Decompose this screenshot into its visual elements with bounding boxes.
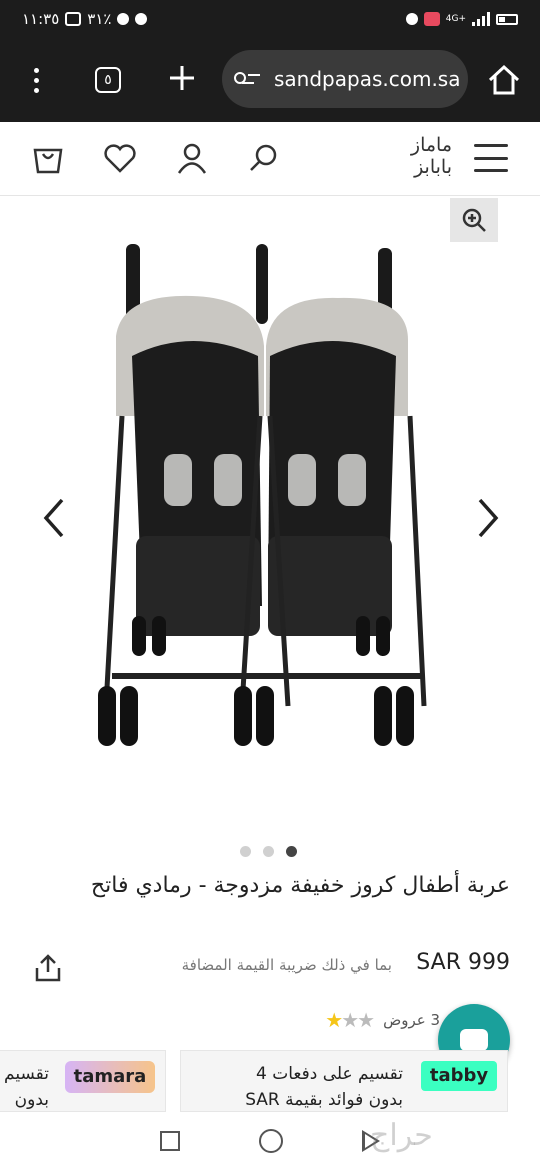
network-type: 4G+ xyxy=(445,14,466,24)
signal-icon xyxy=(472,12,490,26)
chat-icon xyxy=(460,1029,488,1058)
chevron-right-icon xyxy=(478,498,499,538)
tabs-count: ٥ xyxy=(95,67,121,93)
battery-icon xyxy=(496,13,518,25)
tabby-logo: tabby xyxy=(421,1061,497,1091)
product-gallery xyxy=(0,196,540,842)
alarm-icon xyxy=(117,13,130,25)
reviews-count: 3 عروض xyxy=(383,1011,440,1029)
bag-icon xyxy=(33,148,63,174)
product-title: عربة أطفال كروز خفيفة مزدوجة - رمادي فات… xyxy=(90,873,510,898)
url-text: sandpapas.com.sa xyxy=(274,67,461,91)
home-icon xyxy=(488,64,520,95)
tabby-text: تقسيم على دفعات 4 بدون فوائد بقيمة SAR xyxy=(245,1061,403,1111)
pagination-dot-active[interactable] xyxy=(286,846,297,857)
app-notification-icon xyxy=(423,12,440,26)
tamara-installment-card[interactable]: tamara تقسيم بدون xyxy=(0,1050,166,1112)
zoom-in-icon xyxy=(462,208,486,232)
account-button[interactable] xyxy=(172,138,212,178)
url-bar[interactable]: sandpapas.com.sa xyxy=(222,50,468,108)
product-image[interactable] xyxy=(92,236,442,766)
pagination-dot[interactable] xyxy=(263,846,274,857)
status-right: 4G+ xyxy=(405,12,518,26)
price-row: SAR 999 بما في ذلك ضريبة القيمة المضافة xyxy=(0,948,540,988)
rating-row[interactable]: 3 عروض ★★★ xyxy=(325,1008,440,1032)
battery-percent: ٣١٪ xyxy=(87,10,112,28)
zoom-button[interactable] xyxy=(450,198,498,242)
user-icon xyxy=(177,143,207,174)
new-tab-button[interactable] xyxy=(160,56,204,100)
cart-button[interactable] xyxy=(28,138,68,178)
tamara-line2: بدون xyxy=(14,1090,49,1110)
tamara-line1: تقسيم xyxy=(4,1064,49,1084)
recents-button[interactable] xyxy=(159,1131,180,1151)
site-logo[interactable]: ماماز بابابز xyxy=(362,134,452,184)
chevron-left-icon xyxy=(43,498,64,538)
pagination-dot[interactable] xyxy=(240,846,251,857)
status-bar: ١١:٣٥ ٣١٪ 4G+ xyxy=(0,0,540,38)
hamburger-icon[interactable] xyxy=(474,144,508,172)
browser-menu-button[interactable] xyxy=(14,58,58,102)
vat-note: بما في ذلك ضريبة القيمة المضافة xyxy=(181,956,392,974)
watermark: حراج xyxy=(370,1118,433,1153)
heart-icon xyxy=(104,144,136,173)
tabby-line1: تقسيم على دفعات 4 xyxy=(255,1064,403,1084)
notification-icon xyxy=(65,12,82,26)
plus-icon xyxy=(170,66,194,90)
eye-icon xyxy=(135,13,148,25)
prev-image-button[interactable] xyxy=(40,496,70,540)
tabs-button[interactable]: ٥ xyxy=(86,58,130,102)
tabby-installment-card[interactable]: tabby تقسيم على دفعات 4 بدون فوائد بقيمة… xyxy=(180,1050,508,1112)
share-button[interactable] xyxy=(32,952,64,984)
logo-line1: ماماز xyxy=(410,134,452,156)
clock: ١١:٣٥ xyxy=(22,10,60,28)
share-icon xyxy=(35,954,61,982)
search-icon xyxy=(250,144,277,171)
search-button[interactable] xyxy=(244,138,284,178)
wifi-icon xyxy=(405,13,418,25)
tamara-text: تقسيم بدون xyxy=(4,1061,49,1111)
wishlist-button[interactable] xyxy=(100,138,140,178)
system-nav-bar xyxy=(0,1112,540,1170)
gallery-pagination xyxy=(240,846,297,857)
site-header: ماماز بابابز xyxy=(0,122,540,196)
product-price: SAR 999 xyxy=(416,950,510,975)
tabby-line2: بدون فوائد بقيمة SAR xyxy=(245,1090,403,1110)
menu-dots-icon xyxy=(33,67,39,93)
next-image-button[interactable] xyxy=(472,496,502,540)
rating-stars: ★★★ xyxy=(325,1008,375,1032)
home-button[interactable] xyxy=(482,58,526,102)
site-settings-icon[interactable] xyxy=(234,69,260,89)
logo-line2: بابابز xyxy=(414,156,452,178)
tamara-logo: tamara xyxy=(65,1061,155,1093)
status-left: ١١:٣٥ ٣١٪ xyxy=(22,10,148,28)
home-nav-button[interactable] xyxy=(258,1129,283,1153)
browser-toolbar: ٥ sandpapas.com.sa xyxy=(0,38,540,122)
